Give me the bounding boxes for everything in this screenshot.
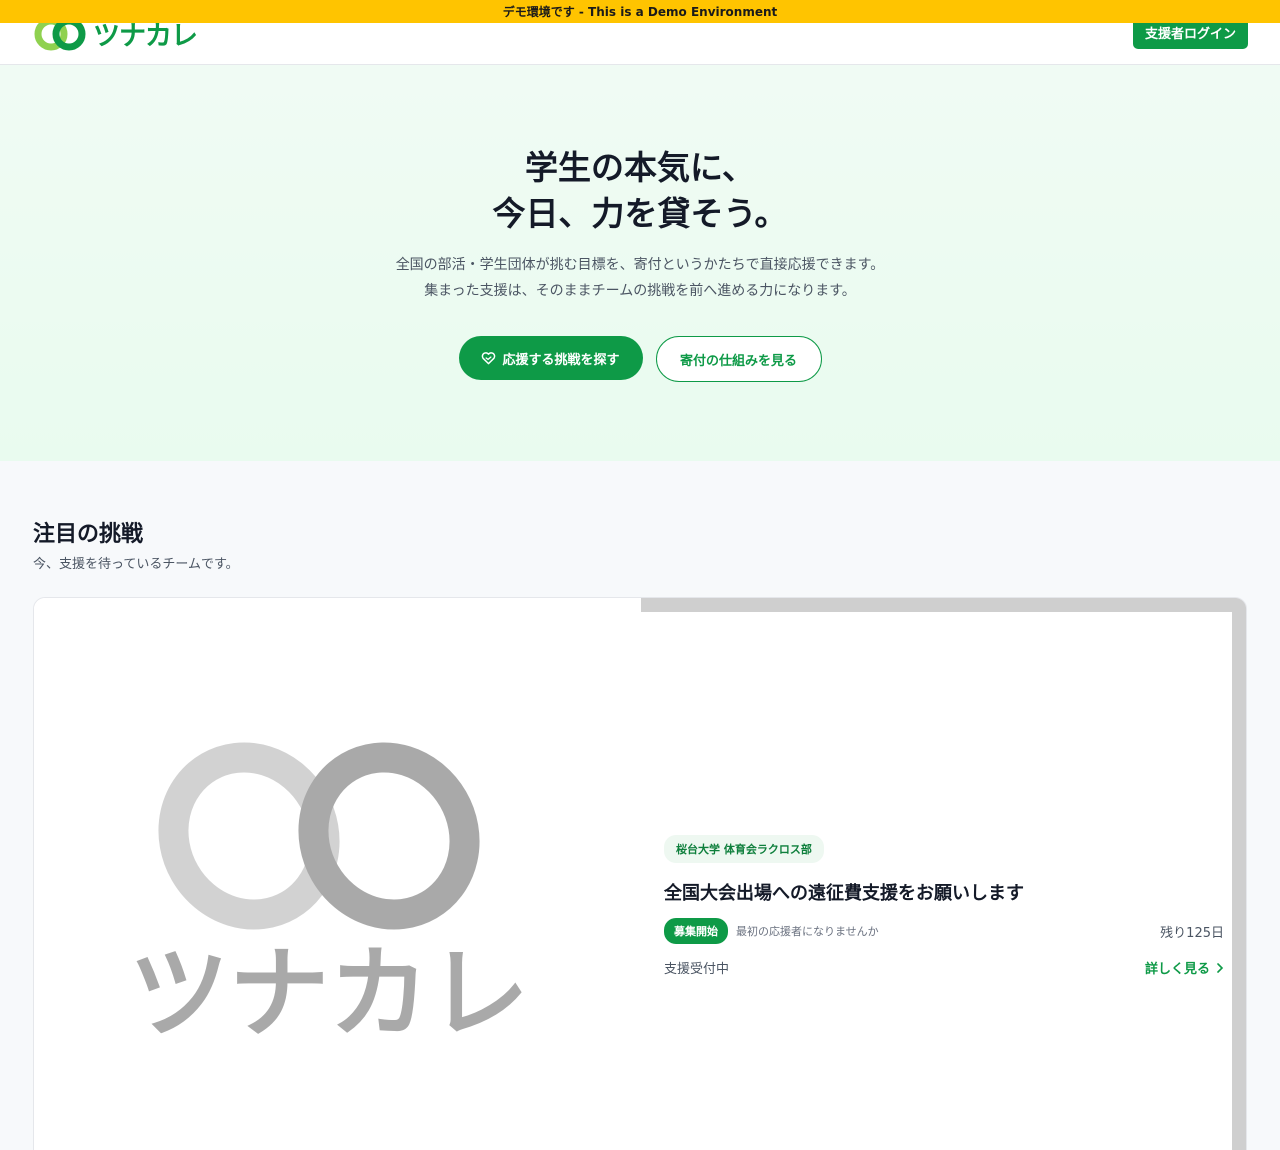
- hero-description: 全国の部活・学生団体が挑む目標を、寄付というかたちで直接応援できます。 集まった…: [0, 252, 1280, 304]
- featured-section-title: 注目の挑戦: [33, 522, 144, 547]
- challenge-card[interactable]: ツナカレ 桜台大学 体育会ラクロス部 全国大会出場への遠征費支援をお願いします …: [33, 597, 1247, 1150]
- placeholder-logo-image: ツナカレ: [129, 742, 529, 1052]
- status-row: 募集開始 最初の応援者になりませんか 残り125日: [664, 918, 1224, 944]
- hero-section: 学生の本気に、 今日、力を貸そう。 全国の部活・学生団体が挑む目標を、寄付という…: [0, 65, 1280, 461]
- view-details-label: 詳しく見る: [1144, 962, 1210, 977]
- days-remaining: 残り125日: [1160, 925, 1224, 941]
- challenge-card-image: ツナカレ: [34, 598, 641, 1150]
- image-frame-top: [641, 598, 1246, 612]
- challenge-title[interactable]: 全国大会出場への遠征費支援をお願いします: [664, 879, 1224, 905]
- hero-description-line2: 集まった支援は、そのままチームの挑戦を前へ進める力になります。: [424, 283, 856, 299]
- how-donation-works-button[interactable]: 寄付の仕組みを見る: [655, 336, 822, 382]
- demo-environment-banner: デモ環境です - This is a Demo Environment: [0, 0, 1280, 23]
- accepting-status: 支援受付中: [664, 962, 730, 977]
- image-frame-right: [1232, 598, 1246, 1150]
- find-challenges-label: 応援する挑戦を探す: [502, 352, 620, 368]
- hero-title-line2: 今日、力を貸そう。: [492, 194, 788, 233]
- action-row: 支援受付中 詳しく見る: [664, 958, 1224, 977]
- challenge-card-body: 桜台大学 体育会ラクロス部 全国大会出場への遠征費支援をお願いします 募集開始 …: [664, 835, 1224, 977]
- status-note: 最初の応援者になりませんか: [736, 925, 879, 938]
- featured-section-subtitle: 今、支援を待っているチームです。: [33, 557, 239, 572]
- heart-hand-icon: [482, 352, 496, 365]
- placeholder-logo-text: ツナカレ: [129, 935, 529, 1052]
- find-challenges-button[interactable]: 応援する挑戦を探す: [458, 336, 643, 380]
- chevron-right-icon: [1217, 962, 1224, 973]
- hero-description-line1: 全国の部活・学生団体が挑む目標を、寄付というかたちで直接応援できます。: [395, 257, 885, 273]
- hero-title-line1: 学生の本気に、: [524, 148, 755, 187]
- hero-buttons: 応援する挑戦を探す 寄付の仕組みを見る: [0, 336, 1280, 382]
- hero-title: 学生の本気に、 今日、力を貸そう。: [0, 145, 1280, 237]
- organization-badge: 桜台大学 体育会ラクロス部: [664, 835, 824, 863]
- view-details-link[interactable]: 詳しく見る: [1145, 958, 1224, 977]
- status-badge: 募集開始: [664, 918, 728, 944]
